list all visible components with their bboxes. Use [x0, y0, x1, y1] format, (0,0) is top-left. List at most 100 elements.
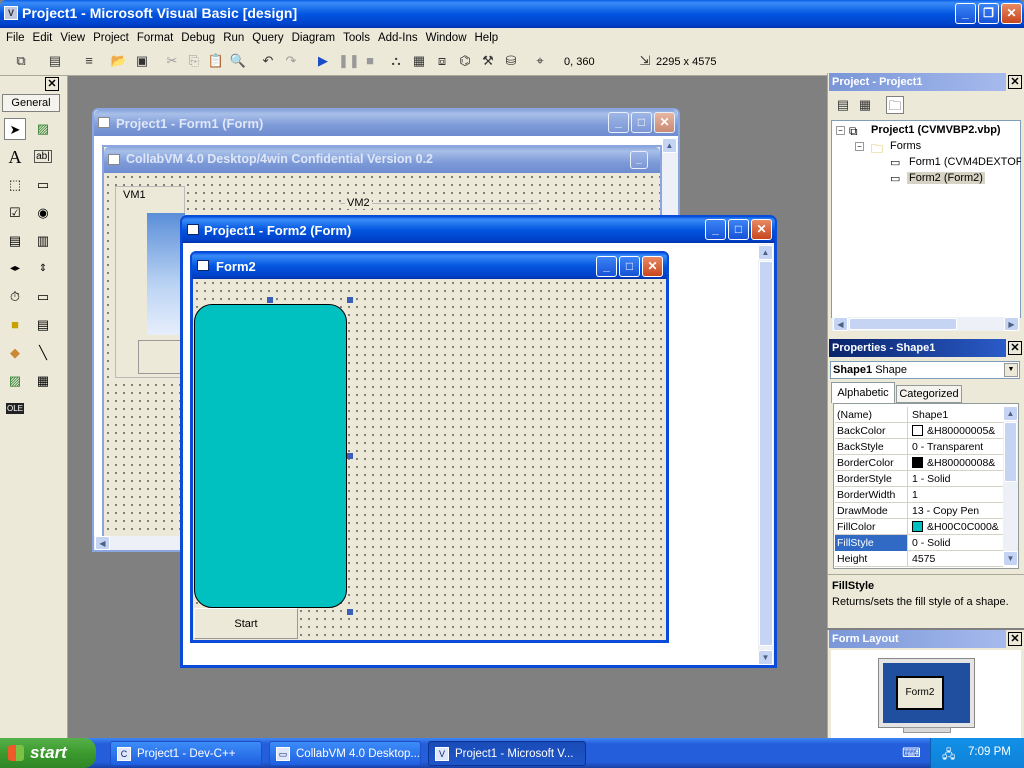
property-value[interactable]: 13 - Copy Pen: [910, 503, 1003, 519]
tree-form1-item[interactable]: Form1 (CVM4DEXTOPSC: [909, 156, 1021, 168]
undo-icon[interactable]: ↶: [259, 52, 277, 70]
properties-close-icon[interactable]: ✕: [1008, 341, 1022, 355]
object-browser-icon[interactable]: ⌬: [456, 52, 474, 70]
commandbutton-icon[interactable]: ▭: [32, 174, 54, 196]
shape-tool-icon[interactable]: ◆: [4, 342, 26, 364]
property-row[interactable]: (Name) Shape1: [835, 407, 1003, 423]
form2-preview[interactable]: Form2: [896, 676, 944, 710]
shape1-rounded-rectangle[interactable]: [194, 304, 347, 608]
menu-editor-icon[interactable]: ≡: [80, 52, 98, 70]
picturebox-icon[interactable]: ▨: [32, 118, 54, 140]
tab-alphabetic[interactable]: Alphabetic: [831, 382, 895, 403]
menu-run[interactable]: Run: [219, 29, 248, 47]
menu-addins[interactable]: Add-Ins: [374, 29, 422, 47]
menu-help[interactable]: Help: [471, 29, 503, 47]
tab-categorized[interactable]: Categorized: [896, 385, 962, 403]
property-value[interactable]: 4575: [910, 551, 1003, 567]
image-tool-icon[interactable]: ▨: [4, 370, 26, 392]
filelistbox-icon[interactable]: ▤: [32, 314, 54, 336]
scroll-up-icon[interactable]: ▲: [758, 245, 773, 260]
label-icon[interactable]: A: [4, 146, 26, 168]
property-row[interactable]: DrawMode 13 - Copy Pen: [835, 503, 1003, 519]
view-object-icon[interactable]: ▦: [856, 96, 874, 114]
app-title-bar[interactable]: V Project1 - Microsoft Visual Basic [des…: [0, 0, 1024, 28]
scroll-thumb[interactable]: [1004, 422, 1017, 482]
property-row[interactable]: FillStyle 0 - Solid: [835, 535, 1003, 551]
start-button[interactable]: Start: [194, 608, 298, 639]
property-row[interactable]: BorderStyle 1 - Solid: [835, 471, 1003, 487]
tree-project-item[interactable]: Project1 (CVMVBP2.vbp): [871, 124, 1001, 136]
drivelistbox-icon[interactable]: ▭: [32, 286, 54, 308]
toolbox-tab-general[interactable]: General: [2, 94, 60, 112]
tree-forms-folder[interactable]: Forms: [890, 140, 921, 152]
cut-icon[interactable]: ✂: [163, 52, 181, 70]
project-explorer-icon[interactable]: ⛬: [387, 52, 405, 70]
form-layout-close-icon[interactable]: ✕: [1008, 632, 1022, 646]
shape1-resize-handle[interactable]: [347, 609, 353, 615]
form-layout-icon[interactable]: ⧈: [433, 52, 451, 70]
menu-edit[interactable]: Edit: [29, 29, 57, 47]
maximize-icon[interactable]: □: [728, 219, 749, 240]
menu-diagram[interactable]: Diagram: [288, 29, 339, 47]
menu-project[interactable]: Project: [89, 29, 133, 47]
menu-window[interactable]: Window: [422, 29, 471, 47]
menu-debug[interactable]: Debug: [177, 29, 219, 47]
open-icon[interactable]: 📂: [110, 52, 128, 70]
find-icon[interactable]: 🔍: [229, 52, 247, 70]
add-form-icon[interactable]: ▤: [46, 52, 64, 70]
scroll-up-icon[interactable]: ▲: [662, 138, 677, 153]
network-icon[interactable]: 🖧: [942, 745, 955, 766]
toolbox-close-icon[interactable]: ✕: [45, 77, 59, 91]
start-button[interactable]: start: [0, 738, 96, 768]
toggle-folders-icon[interactable]: 🗀: [886, 96, 904, 114]
add-project-icon[interactable]: ⧉: [12, 52, 30, 70]
property-row[interactable]: BackColor &H80000005&: [835, 423, 1003, 439]
line-tool-icon[interactable]: ╲: [32, 342, 54, 364]
scroll-thumb[interactable]: [849, 318, 957, 330]
collapse-icon[interactable]: −: [855, 142, 864, 151]
object-selector[interactable]: Shape1 Shape ▼: [830, 361, 1020, 379]
scroll-down-icon[interactable]: ▼: [758, 650, 773, 665]
restore-icon[interactable]: ❐: [978, 3, 999, 24]
chevron-down-icon[interactable]: ▼: [1004, 363, 1018, 377]
keyboard-icon[interactable]: ⌨: [902, 745, 921, 761]
minimize-icon[interactable]: _: [955, 3, 976, 24]
pause-icon[interactable]: ❚❚: [338, 52, 360, 70]
property-value[interactable]: 1: [910, 487, 1003, 503]
tree-form2-item[interactable]: Form2 (Form2): [907, 172, 985, 184]
property-value[interactable]: 1 - Solid: [910, 471, 1003, 487]
dirlistbox-icon[interactable]: ■: [4, 314, 26, 336]
property-value[interactable]: &H00C0C000&: [910, 519, 1003, 535]
paste-icon[interactable]: 📋: [207, 52, 225, 70]
minimize-icon[interactable]: _: [608, 112, 629, 133]
close-icon[interactable]: ✕: [751, 219, 772, 240]
properties-window-icon[interactable]: ▦: [410, 52, 428, 70]
property-value[interactable]: Shape1: [910, 407, 1003, 423]
scroll-down-icon[interactable]: ▼: [1003, 551, 1018, 566]
shape1-resize-handle[interactable]: [347, 453, 353, 459]
run-icon[interactable]: ▶: [314, 52, 332, 70]
data-control-icon[interactable]: ▦: [32, 370, 54, 392]
listbox-icon[interactable]: ▥: [32, 230, 54, 252]
form2-title-bar[interactable]: Form2 _ □ ✕: [192, 253, 667, 279]
project-explorer-close-icon[interactable]: ✕: [1008, 75, 1022, 89]
stop-icon[interactable]: ■: [361, 52, 379, 70]
property-row[interactable]: BackStyle 0 - Transparent: [835, 439, 1003, 455]
menu-view[interactable]: View: [56, 29, 89, 47]
task-visual-basic[interactable]: V Project1 - Microsoft V...: [428, 741, 586, 766]
form1-designer-title-bar[interactable]: Project1 - Form1 (Form) _ □ ✕: [94, 110, 678, 136]
maximize-icon[interactable]: □: [631, 112, 652, 133]
pointer-icon[interactable]: ➤: [4, 118, 26, 140]
menu-format[interactable]: Format: [133, 29, 177, 47]
scroll-thumb[interactable]: [759, 261, 773, 646]
textbox-icon[interactable]: ab|: [32, 146, 54, 168]
scroll-left-icon[interactable]: ◀: [833, 317, 848, 331]
save-icon[interactable]: ▣: [133, 52, 151, 70]
property-row[interactable]: BorderWidth 1: [835, 487, 1003, 503]
task-collabvm[interactable]: ▭ CollabVM 4.0 Desktop...: [269, 741, 421, 766]
combobox-icon[interactable]: ▤: [4, 230, 26, 252]
property-value[interactable]: &H80000008&: [910, 455, 1003, 471]
property-value[interactable]: 0 - Transparent: [910, 439, 1003, 455]
menu-file[interactable]: File: [2, 29, 29, 47]
menu-query[interactable]: Query: [248, 29, 287, 47]
